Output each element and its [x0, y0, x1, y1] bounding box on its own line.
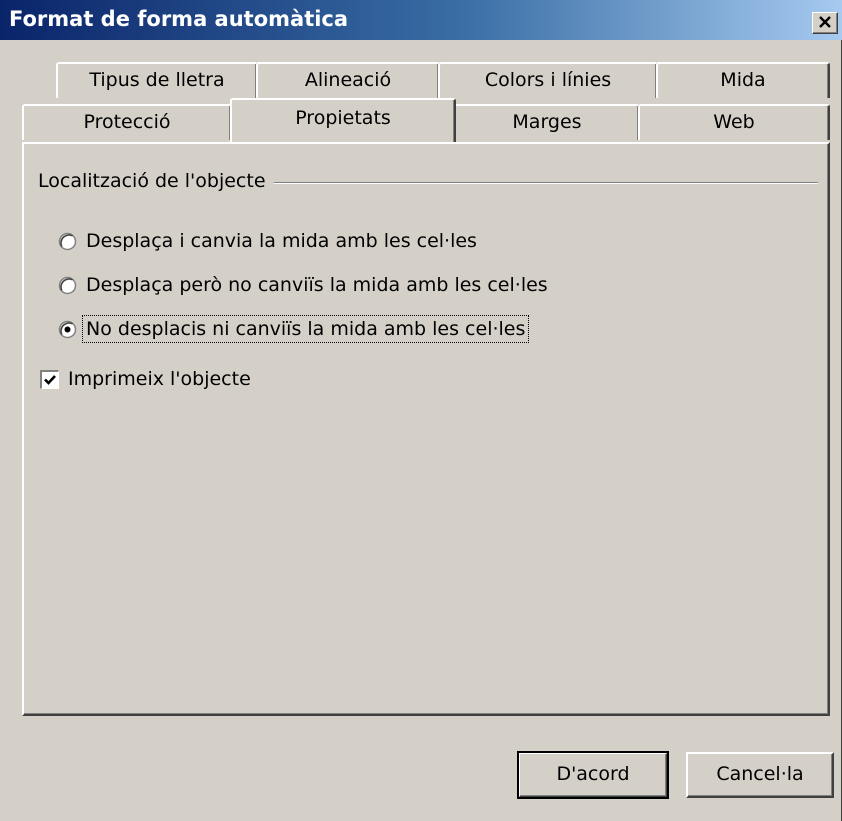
window-title: Format de forma automàtica: [9, 7, 349, 31]
radio-move-not-size[interactable]: Desplaça però no canviïs la mida amb les…: [58, 272, 550, 298]
properties-panel: Localització de l'objecte Desplaça i can…: [22, 142, 830, 716]
title-bar[interactable]: Format de forma automàtica: [0, 0, 842, 40]
group-divider: [274, 182, 818, 184]
print-object-label: Imprimeix l'objecte: [68, 368, 251, 390]
tab-protection[interactable]: Protecció: [22, 104, 232, 140]
checkmark-icon: [44, 374, 56, 385]
close-button[interactable]: [812, 12, 838, 34]
radio-move-not-size-label: Desplaça però no canviïs la mida amb les…: [86, 274, 548, 296]
radio-dont-move-or-size[interactable]: No desplacis ni canviïs la mida amb les …: [58, 315, 530, 343]
radio-move-and-size-label: Desplaça i canvia la mida amb les cel·le…: [86, 230, 477, 252]
tab-margins[interactable]: Marges: [454, 104, 640, 140]
radio-dont-move-or-size-label: No desplacis ni canviïs la mida amb les …: [81, 315, 530, 343]
tab-web[interactable]: Web: [638, 104, 830, 140]
ok-button[interactable]: D'acord: [517, 751, 669, 799]
tab-alignment[interactable]: Alineació: [256, 62, 440, 98]
cancel-button[interactable]: Cancel·la: [686, 752, 834, 798]
tab-size[interactable]: Mida: [656, 62, 830, 98]
radio-unselected-icon[interactable]: [58, 232, 77, 251]
close-icon: [819, 16, 831, 28]
print-object-checkbox[interactable]: [40, 369, 59, 389]
radio-selected-icon[interactable]: [58, 320, 77, 339]
radio-unselected-icon[interactable]: [58, 276, 77, 295]
tab-font[interactable]: Tipus de lletra: [56, 62, 258, 98]
format-autoshape-dialog: Format de forma automàtica Tipus de llet…: [0, 0, 842, 821]
radio-move-and-size[interactable]: Desplaça i canvia la mida amb les cel·le…: [58, 228, 479, 254]
object-positioning-group-label: Localització de l'objecte: [38, 170, 274, 192]
tab-colors-lines[interactable]: Colors i línies: [438, 62, 658, 98]
tab-properties[interactable]: Propietats: [230, 98, 456, 142]
print-object-checkbox-row[interactable]: Imprimeix l'objecte: [40, 366, 251, 392]
